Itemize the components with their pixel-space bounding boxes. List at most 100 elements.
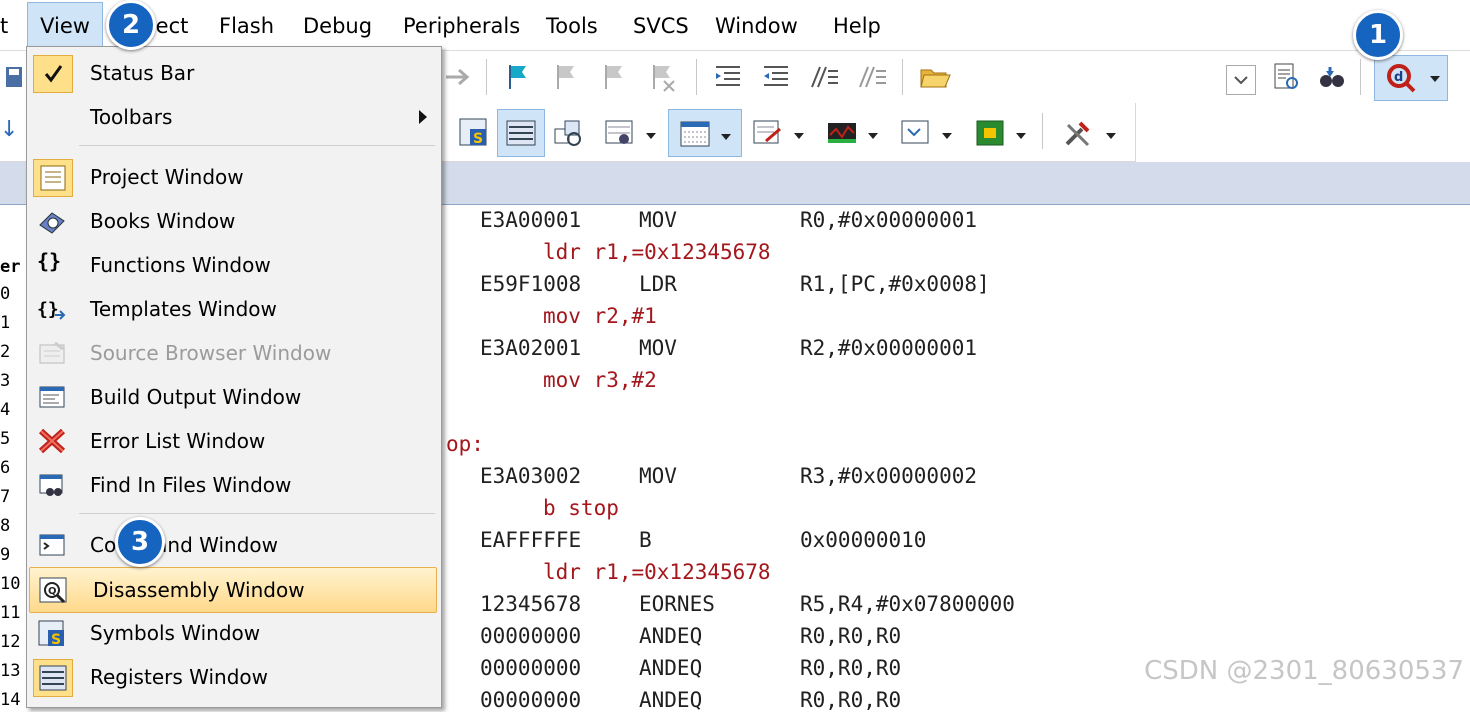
menu-item-functions-window[interactable]: {} Functions Window	[27, 243, 439, 287]
unindent-icon[interactable]	[760, 61, 792, 93]
menu-separator	[79, 145, 435, 146]
next-bookmark-icon[interactable]	[598, 61, 630, 93]
save-icon[interactable]	[4, 63, 22, 95]
menu-item-label: Symbols Window	[90, 621, 261, 645]
comment-icon[interactable]	[808, 61, 840, 93]
menu-item-error-list-window[interactable]: Error List Window	[27, 419, 439, 463]
toolbar-separator	[1360, 59, 1361, 95]
instruction-opcode: MOV	[639, 208, 677, 232]
debug-magnifier-icon: d	[1387, 64, 1416, 93]
line-number: 6	[0, 458, 11, 478]
menu-bar: t View oject Flash Debug Peripherals Too…	[0, 0, 1470, 51]
toolbar-separator	[486, 59, 487, 95]
instruction-operands: R0,R0,R0	[800, 656, 902, 680]
disassembly-icon: Q	[39, 577, 67, 604]
system-viewer-icon[interactable]	[974, 117, 1006, 149]
menu-window[interactable]: Window	[715, 0, 798, 50]
debug-dropdown-arrow-icon[interactable]	[1430, 76, 1440, 82]
menu-item-symbols-window[interactable]: S Symbols Window	[27, 611, 439, 655]
memory-window-toggle[interactable]	[668, 109, 742, 157]
open-folder-icon[interactable]	[918, 61, 951, 93]
debug-session-button[interactable]: d	[1374, 55, 1448, 101]
instruction-address: E59F1008	[480, 272, 582, 296]
menu-item-label: Error List Window	[90, 429, 266, 453]
menu-item-label: Build Output Window	[90, 385, 302, 409]
line-number: 0	[0, 284, 11, 304]
menu-view[interactable]: View	[27, 2, 103, 50]
registers-window-toggle[interactable]	[497, 109, 545, 157]
line-number: 9	[0, 545, 11, 565]
menu-peripherals[interactable]: Peripherals	[403, 0, 520, 50]
menu-item-label: Registers Window	[90, 665, 268, 689]
menu-item-project-window[interactable]: Project Window	[27, 155, 439, 199]
forward-arrow-icon[interactable]	[442, 63, 474, 95]
menu-item-find-in-files-window[interactable]: Find In Files Window	[27, 463, 439, 507]
toolbox-dropdown-arrow-icon[interactable]	[1106, 133, 1116, 139]
project-window-icon	[33, 159, 73, 197]
trace-window-icon[interactable]	[900, 117, 932, 149]
watch-window-icon[interactable]	[604, 117, 636, 149]
menu-item-templates-window[interactable]: {} Templates Window	[27, 287, 439, 331]
svg-text:S: S	[51, 632, 61, 647]
instruction-address: 00000000	[480, 688, 582, 712]
menu-item-label: Templates Window	[90, 297, 277, 321]
logic-analyzer-icon[interactable]	[826, 117, 858, 149]
menu-svcs[interactable]: SVCS	[633, 0, 689, 50]
menu-item-toolbars[interactable]: Toolbars	[27, 95, 439, 139]
disassembly-code-view[interactable]: E3A00001 MOV R0,#0x00000001 ldr r1,=0x12345…	[446, 205, 1470, 712]
menu-item-disassembly-window[interactable]: Q Disassembly Window	[29, 567, 437, 613]
instruction-operands: R2,#0x00000001	[800, 336, 978, 360]
line-number: 4	[0, 400, 11, 420]
step-arrow-icon[interactable]: ↓	[0, 117, 18, 142]
indent-icon[interactable]	[712, 61, 744, 93]
svg-text:S: S	[473, 131, 483, 147]
menu-item-build-output-window[interactable]: Build Output Window	[27, 375, 439, 419]
menu-tools[interactable]: Tools	[546, 0, 598, 50]
analyzer-dropdown-arrow-icon[interactable]	[868, 133, 878, 139]
menu-item-command-window[interactable]: Command Window	[27, 523, 439, 567]
build-output-icon	[39, 386, 65, 408]
menu-item-label: Source Browser Window	[90, 341, 332, 365]
menu-item-registers-window[interactable]: Registers Window	[27, 655, 439, 699]
instruction-operands: R0,#0x00000001	[800, 208, 978, 232]
menu-item-label: Functions Window	[90, 253, 271, 277]
line-number: 2	[0, 342, 11, 362]
dropdown-chevron-icon[interactable]	[1226, 65, 1256, 95]
clear-bookmarks-icon[interactable]	[646, 61, 678, 93]
menu-flash[interactable]: Flash	[219, 0, 274, 50]
symbols-window-icon[interactable]: S	[458, 117, 490, 149]
menu-help[interactable]: Help	[833, 0, 881, 50]
menu-debug[interactable]: Debug	[303, 0, 372, 50]
instruction-opcode: ANDEQ	[639, 624, 703, 648]
call-stack-icon[interactable]	[552, 117, 584, 149]
serial-window-icon[interactable]	[752, 117, 784, 149]
system-viewer-dropdown-arrow-icon[interactable]	[1016, 133, 1026, 139]
instruction-address: 00000000	[480, 656, 582, 680]
instruction-address: E3A02001	[480, 336, 582, 360]
menu-item-status-bar[interactable]: Status Bar	[27, 51, 439, 95]
menu-edit[interactable]: t	[0, 0, 8, 50]
binoculars-icon[interactable]	[1316, 61, 1348, 93]
memory-dropdown-arrow-icon[interactable]	[721, 134, 731, 140]
trace-dropdown-arrow-icon[interactable]	[942, 133, 952, 139]
uncomment-icon[interactable]	[856, 61, 888, 93]
code-label: op:	[446, 432, 484, 456]
command-window-icon	[39, 534, 65, 556]
menu-item-label: Find In Files Window	[90, 473, 292, 497]
menu-item-books-window[interactable]: Books Window	[27, 199, 439, 243]
line-number: 3	[0, 371, 11, 391]
symbols-icon: S	[38, 620, 64, 647]
source-line: ldr r1,=0x12345678	[543, 240, 771, 264]
menu-item-label: Disassembly Window	[93, 578, 305, 602]
prev-bookmark-icon[interactable]	[550, 61, 582, 93]
bookmark-flag-icon[interactable]	[502, 61, 534, 93]
instruction-address: E3A00001	[480, 208, 582, 232]
menu-item-source-browser-window[interactable]: Source Browser Window	[27, 331, 439, 375]
watch-dropdown-arrow-icon[interactable]	[646, 133, 656, 139]
toolbox-icon[interactable]	[1062, 117, 1094, 149]
find-in-file-icon[interactable]	[1270, 61, 1302, 93]
line-number: 5	[0, 429, 11, 449]
serial-dropdown-arrow-icon[interactable]	[794, 133, 804, 139]
svg-text:{}: {}	[37, 299, 59, 320]
instruction-opcode: B	[639, 528, 652, 552]
